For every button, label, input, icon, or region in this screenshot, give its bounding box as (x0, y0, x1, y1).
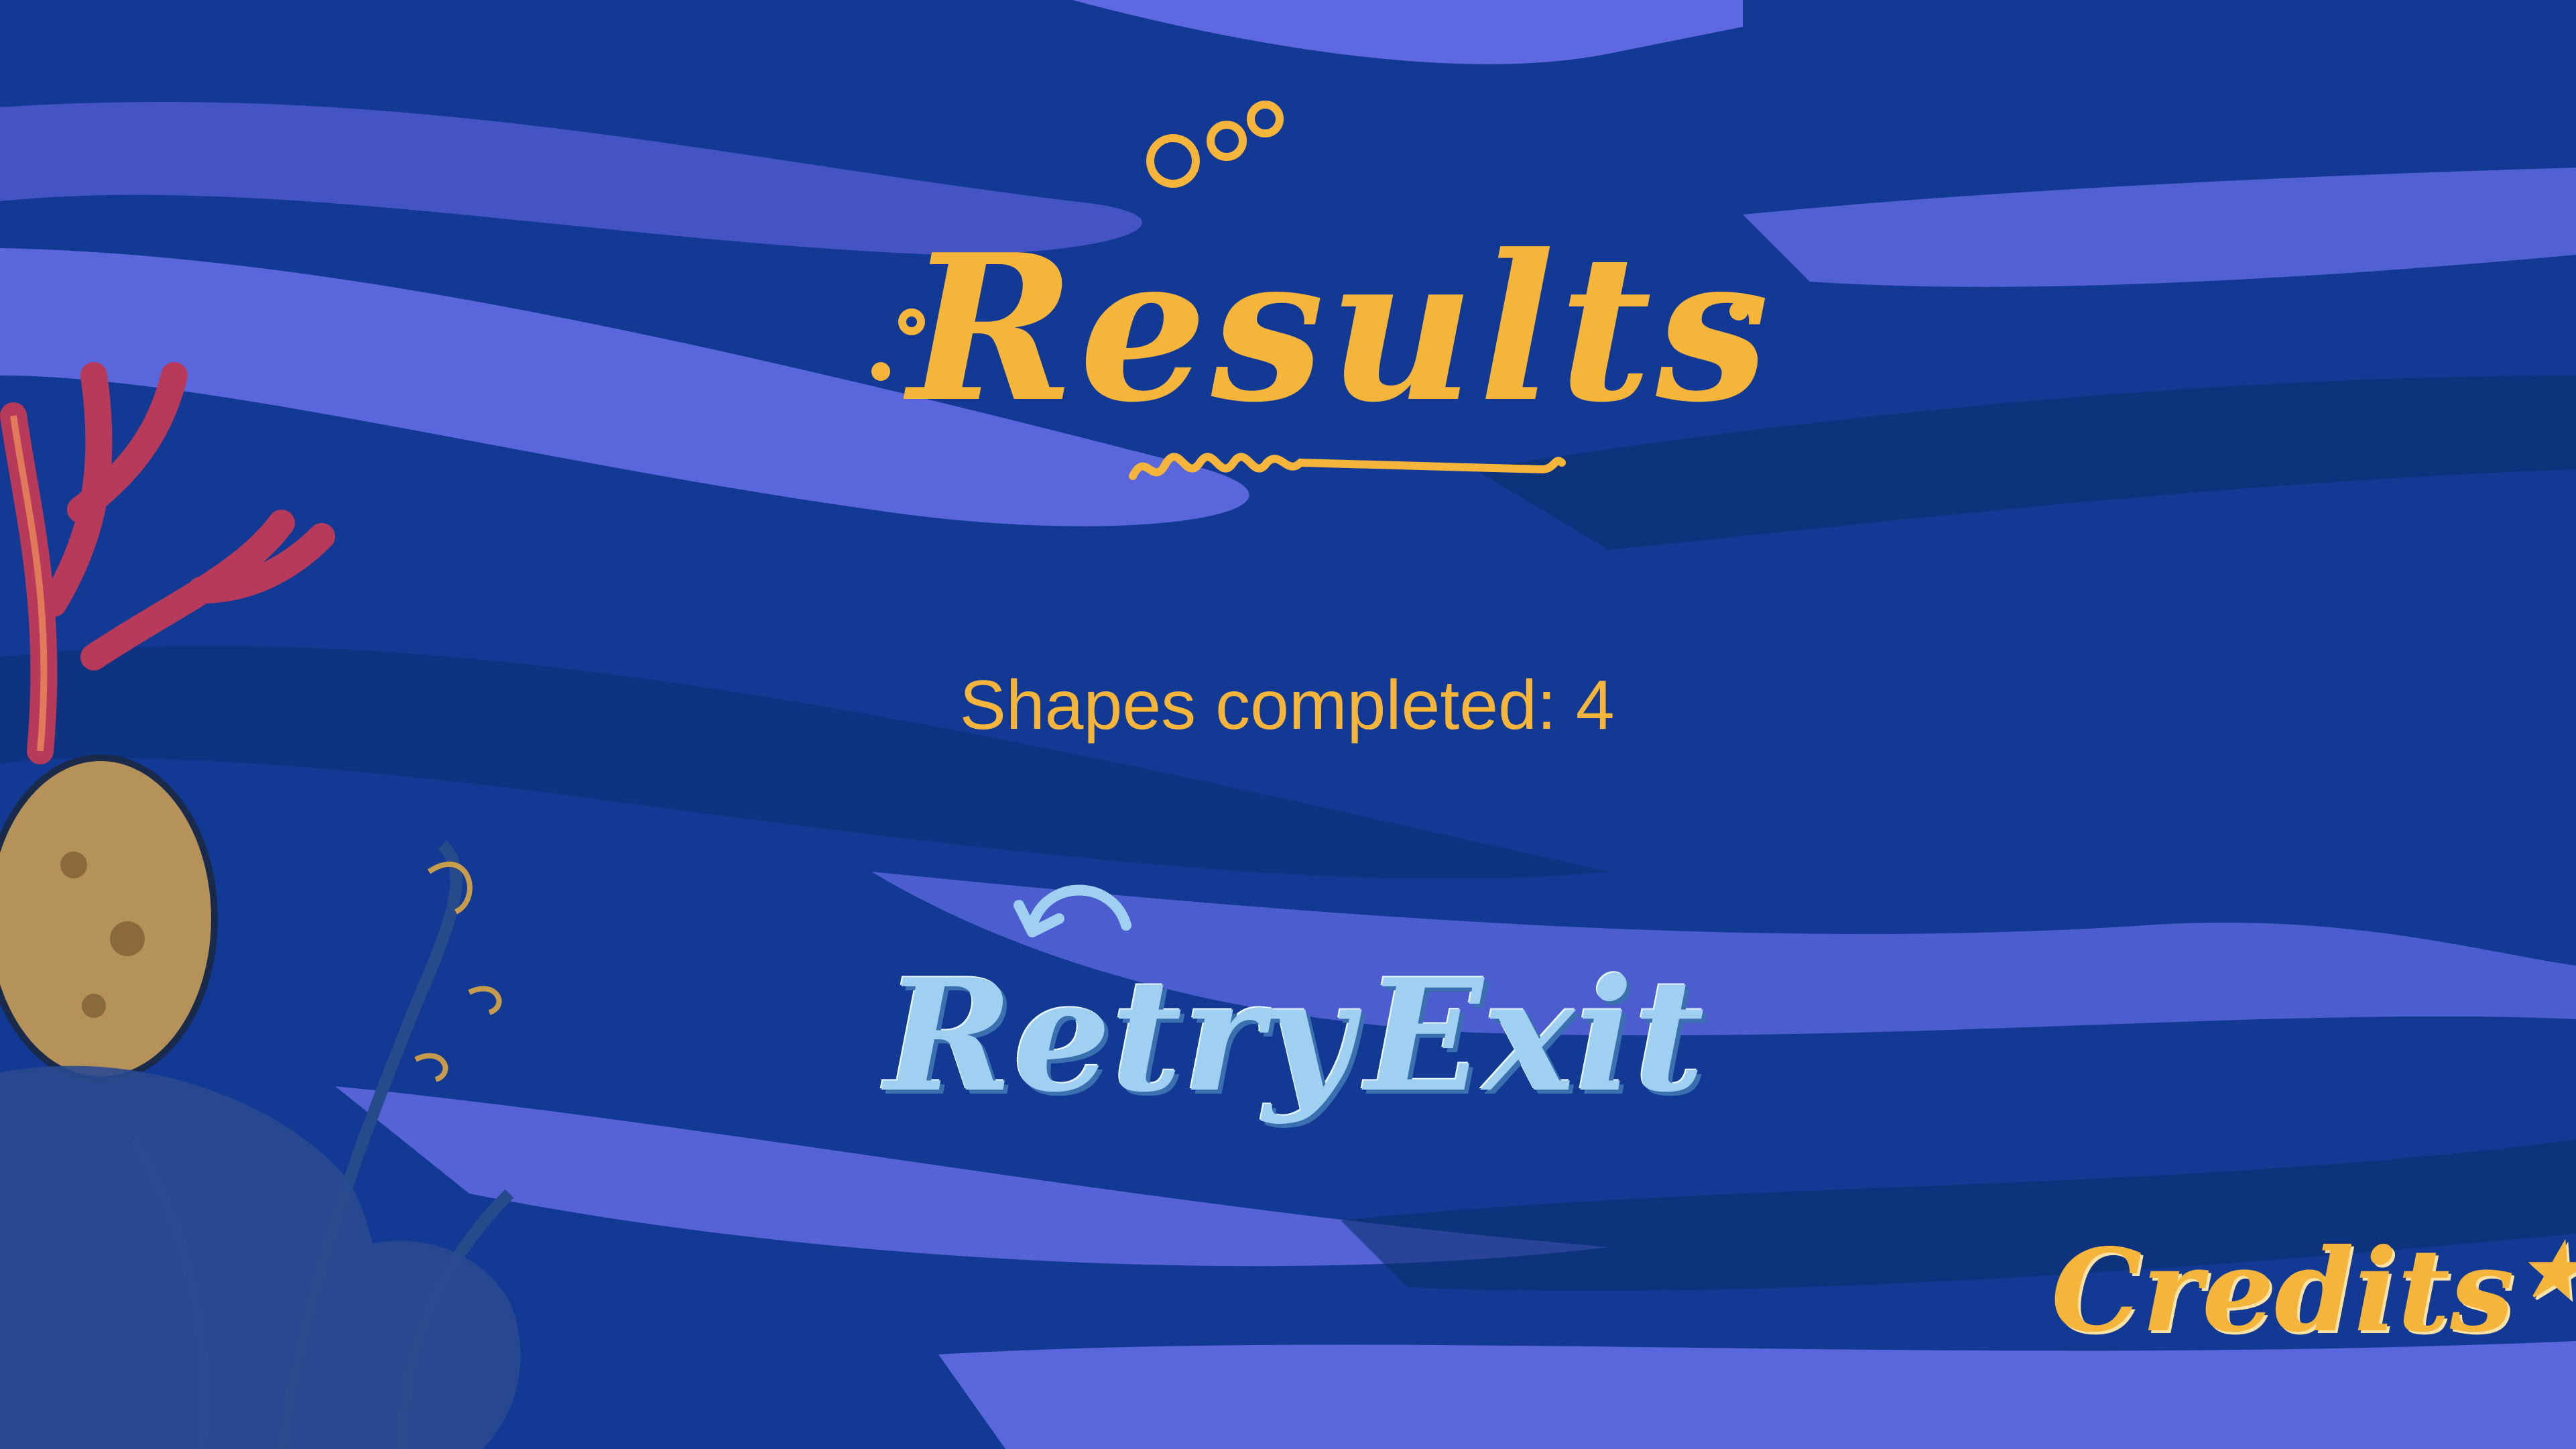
bubble-icon (1146, 134, 1200, 188)
exit-button[interactable]: Exit (1347, 939, 1723, 1153)
bubble-icon (1207, 121, 1247, 161)
shapes-completed-text: Shapes completed: 4 (959, 666, 1615, 744)
credits-label: Credits (2051, 1224, 2514, 1358)
retry-button[interactable]: Retry (885, 939, 1353, 1153)
title-underline-icon (1129, 453, 1566, 480)
star-icon: ★ (2518, 1227, 2576, 1314)
page-title: Results (908, 210, 1774, 447)
rock-decoration (0, 754, 218, 1083)
bubble-icon (1247, 101, 1284, 137)
game-screen: Results Shapes completed: 4 Retry Exit C… (0, 0, 2576, 1449)
credits-button[interactable]: Credits★ (2051, 1234, 2576, 1395)
results-title: Results (871, 101, 1810, 516)
